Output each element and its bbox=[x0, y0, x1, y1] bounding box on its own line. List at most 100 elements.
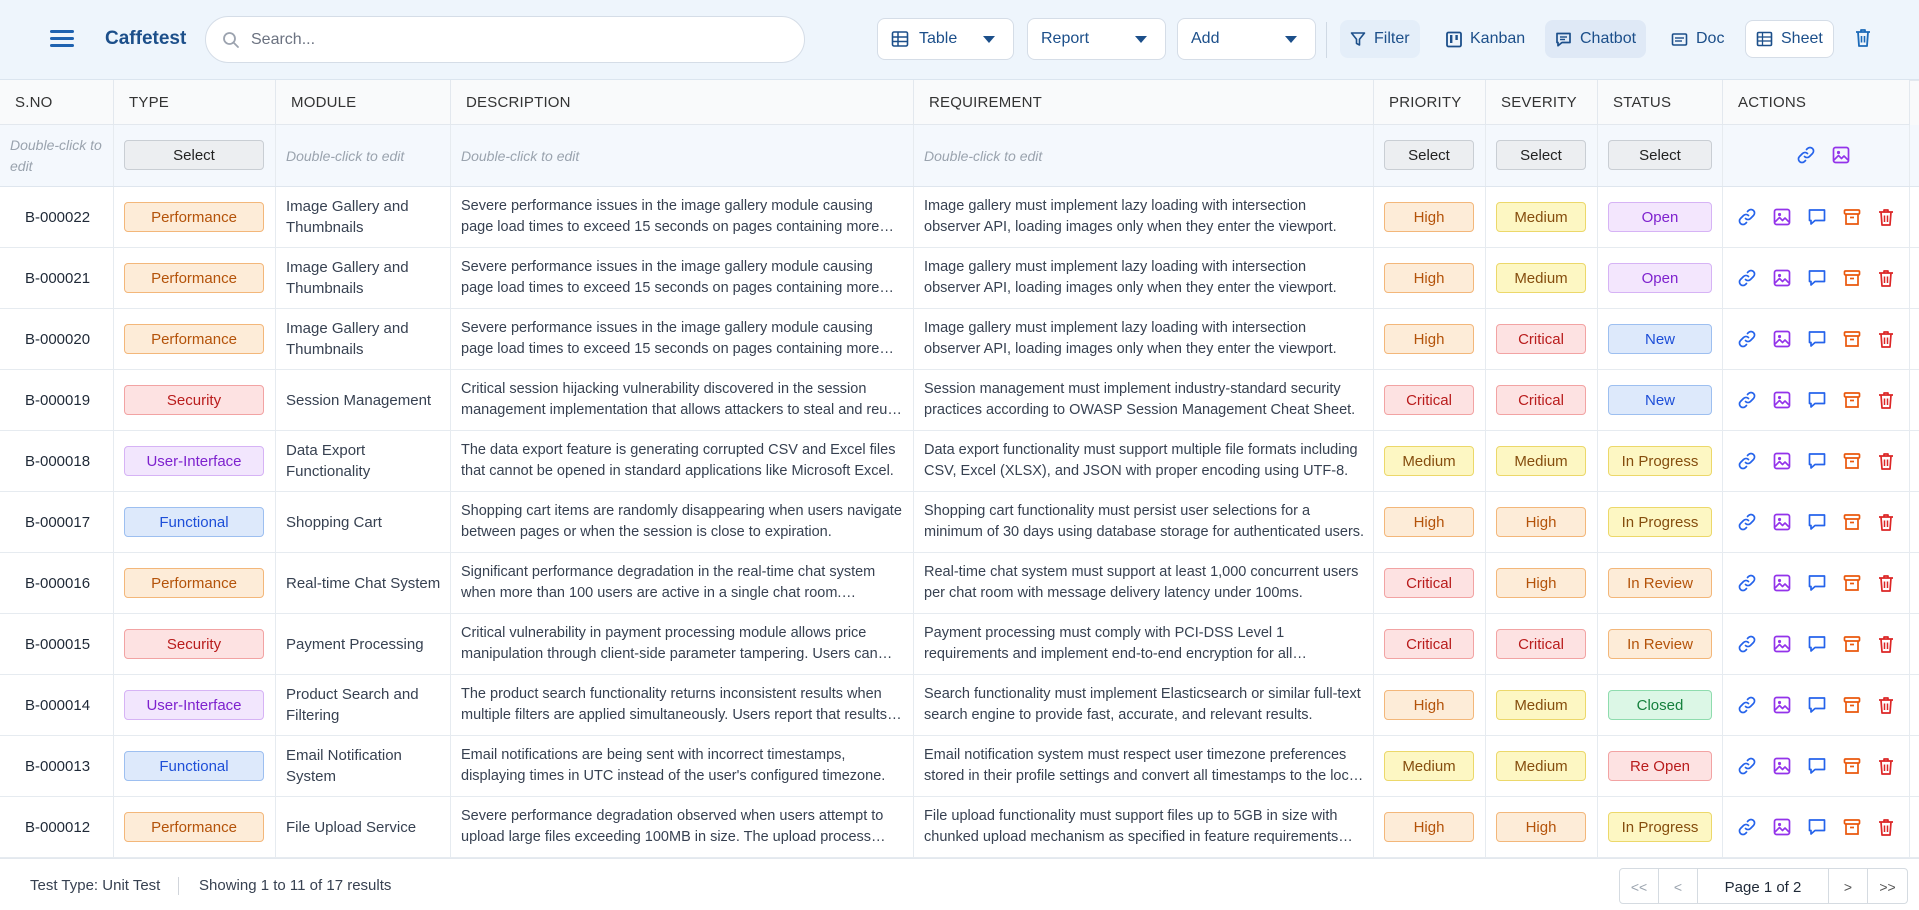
requirement-edit-cell[interactable]: Double-click to edit bbox=[914, 125, 1374, 186]
comment-icon[interactable] bbox=[1807, 695, 1827, 715]
table-row[interactable]: B-000015 Security Payment Processing Critic… bbox=[0, 614, 1919, 675]
module-cell[interactable]: Data Export Functionality bbox=[276, 431, 451, 491]
type-badge[interactable]: Security bbox=[124, 629, 264, 659]
delete-icon[interactable] bbox=[1876, 329, 1896, 349]
description-cell[interactable]: Significant performance degradation in t… bbox=[451, 553, 914, 613]
sheet-button[interactable]: Sheet bbox=[1745, 20, 1834, 58]
severity-badge[interactable]: High bbox=[1496, 812, 1586, 842]
description-cell[interactable]: Critical vulnerability in payment proces… bbox=[451, 614, 914, 674]
priority-badge[interactable]: Critical bbox=[1384, 629, 1474, 659]
column-header-type[interactable]: TYPE bbox=[114, 80, 276, 125]
inline-add-row[interactable]: Double-click to edit Select Double-click… bbox=[0, 125, 1919, 187]
archive-icon[interactable] bbox=[1842, 573, 1862, 593]
comment-icon[interactable] bbox=[1807, 390, 1827, 410]
column-header-priority[interactable]: PRIORITY bbox=[1374, 80, 1486, 125]
column-header-severity[interactable]: SEVERITY bbox=[1486, 80, 1598, 125]
doc-button[interactable]: Doc bbox=[1661, 20, 1734, 58]
table-row[interactable]: B-000018 User-Interface Data Export Functi… bbox=[0, 431, 1919, 492]
requirement-cell[interactable]: File upload functionality must support f… bbox=[914, 797, 1374, 857]
column-header-description[interactable]: DESCRIPTION bbox=[451, 80, 914, 125]
severity-badge[interactable]: Medium bbox=[1496, 446, 1586, 476]
status-badge[interactable]: Closed bbox=[1608, 690, 1712, 720]
status-badge[interactable]: In Progress bbox=[1608, 507, 1712, 537]
delete-icon[interactable] bbox=[1876, 390, 1896, 410]
link-icon[interactable] bbox=[1737, 390, 1757, 410]
link-icon[interactable] bbox=[1796, 145, 1816, 165]
link-icon[interactable] bbox=[1737, 817, 1757, 837]
requirement-cell[interactable]: Shopping cart functionality must persist… bbox=[914, 492, 1374, 552]
priority-badge[interactable]: Critical bbox=[1384, 568, 1474, 598]
type-select[interactable]: Select bbox=[124, 140, 264, 170]
module-cell[interactable]: File Upload Service bbox=[276, 797, 451, 857]
delete-icon[interactable] bbox=[1876, 695, 1896, 715]
comment-icon[interactable] bbox=[1807, 268, 1827, 288]
table-row[interactable]: B-000019 Security Session Management Critic… bbox=[0, 370, 1919, 431]
requirement-cell[interactable]: Search functionality must implement Elas… bbox=[914, 675, 1374, 735]
requirement-cell[interactable]: Email notification system must respect u… bbox=[914, 736, 1374, 796]
first-page-button[interactable]: << bbox=[1620, 869, 1659, 903]
image-icon[interactable] bbox=[1831, 145, 1851, 165]
link-icon[interactable] bbox=[1737, 268, 1757, 288]
image-icon[interactable] bbox=[1772, 390, 1792, 410]
description-cell[interactable]: Shopping cart items are randomly disappe… bbox=[451, 492, 914, 552]
status-badge[interactable]: New bbox=[1608, 324, 1712, 354]
archive-icon[interactable] bbox=[1842, 390, 1862, 410]
link-icon[interactable] bbox=[1737, 207, 1757, 227]
priority-badge[interactable]: Medium bbox=[1384, 751, 1474, 781]
link-icon[interactable] bbox=[1737, 573, 1757, 593]
image-icon[interactable] bbox=[1772, 268, 1792, 288]
menu-icon[interactable] bbox=[50, 27, 76, 49]
description-cell[interactable]: Email notifications are being sent with … bbox=[451, 736, 914, 796]
archive-icon[interactable] bbox=[1842, 512, 1862, 532]
kanban-button[interactable]: Kanban bbox=[1436, 20, 1535, 58]
image-icon[interactable] bbox=[1772, 573, 1792, 593]
severity-badge[interactable]: Critical bbox=[1496, 385, 1586, 415]
module-edit-cell[interactable]: Double-click to edit bbox=[276, 125, 451, 186]
column-header-module[interactable]: MODULE bbox=[276, 80, 451, 125]
column-header-requirement[interactable]: REQUIREMENT bbox=[914, 80, 1374, 125]
type-badge[interactable]: Security bbox=[124, 385, 264, 415]
requirement-cell[interactable]: Image gallery must implement lazy loadin… bbox=[914, 309, 1374, 369]
table-row[interactable]: B-000013 Functional Email Notification Sys… bbox=[0, 736, 1919, 797]
link-icon[interactable] bbox=[1737, 512, 1757, 532]
delete-icon[interactable] bbox=[1876, 573, 1896, 593]
type-badge[interactable]: Functional bbox=[124, 507, 264, 537]
priority-badge[interactable]: Critical bbox=[1384, 385, 1474, 415]
table-row[interactable]: B-000021 Performance Image Gallery and Thu… bbox=[0, 248, 1919, 309]
requirement-cell[interactable]: Payment processing must comply with PCI-… bbox=[914, 614, 1374, 674]
status-badge[interactable]: New bbox=[1608, 385, 1712, 415]
status-badge[interactable]: Open bbox=[1608, 263, 1712, 293]
archive-icon[interactable] bbox=[1842, 207, 1862, 227]
filter-button[interactable]: Filter bbox=[1340, 20, 1420, 58]
severity-badge[interactable]: Critical bbox=[1496, 324, 1586, 354]
last-page-button[interactable]: >> bbox=[1868, 869, 1907, 903]
description-cell[interactable]: Severe performance issues in the image g… bbox=[451, 309, 914, 369]
severity-badge[interactable]: Medium bbox=[1496, 202, 1586, 232]
description-edit-cell[interactable]: Double-click to edit bbox=[451, 125, 914, 186]
priority-badge[interactable]: High bbox=[1384, 507, 1474, 537]
type-badge[interactable]: User-Interface bbox=[124, 446, 264, 476]
status-select[interactable]: Select bbox=[1608, 140, 1712, 170]
priority-select[interactable]: Select bbox=[1384, 140, 1474, 170]
type-badge[interactable]: Performance bbox=[124, 812, 264, 842]
delete-icon[interactable] bbox=[1876, 756, 1896, 776]
link-icon[interactable] bbox=[1737, 451, 1757, 471]
add-dropdown[interactable]: Add bbox=[1177, 18, 1316, 60]
delete-icon[interactable] bbox=[1876, 268, 1896, 288]
description-cell[interactable]: Severe performance issues in the image g… bbox=[451, 248, 914, 308]
comment-icon[interactable] bbox=[1807, 512, 1827, 532]
archive-icon[interactable] bbox=[1842, 451, 1862, 471]
comment-icon[interactable] bbox=[1807, 329, 1827, 349]
status-badge[interactable]: Re Open bbox=[1608, 751, 1712, 781]
search-input[interactable] bbox=[205, 16, 805, 63]
module-cell[interactable]: Image Gallery and Thumbnails bbox=[276, 248, 451, 308]
archive-icon[interactable] bbox=[1842, 756, 1862, 776]
priority-badge[interactable]: High bbox=[1384, 202, 1474, 232]
table-row[interactable]: B-000017 Functional Shopping Cart Shopping … bbox=[0, 492, 1919, 553]
archive-icon[interactable] bbox=[1842, 634, 1862, 654]
severity-badge[interactable]: Medium bbox=[1496, 751, 1586, 781]
image-icon[interactable] bbox=[1772, 817, 1792, 837]
module-cell[interactable]: Image Gallery and Thumbnails bbox=[276, 187, 451, 247]
archive-icon[interactable] bbox=[1842, 817, 1862, 837]
next-page-button[interactable]: > bbox=[1829, 869, 1868, 903]
